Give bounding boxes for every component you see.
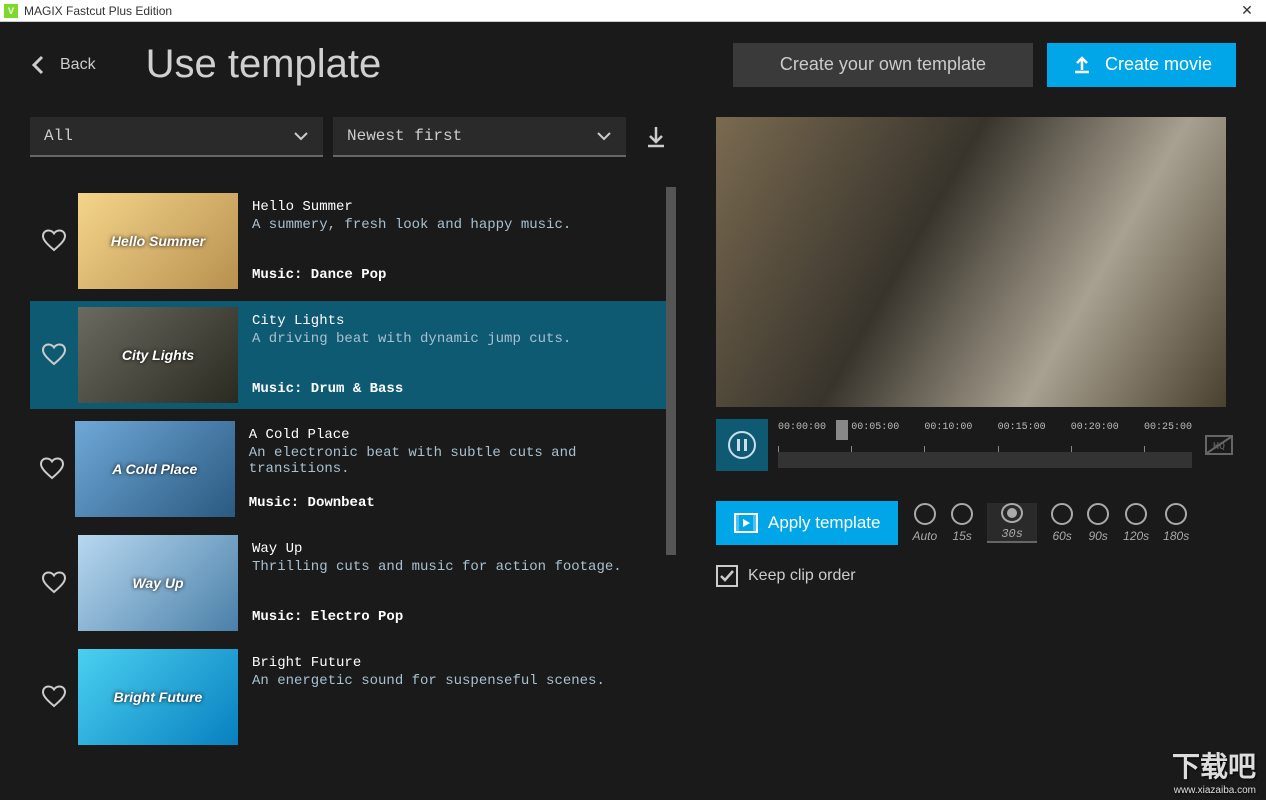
template-name: Bright Future — [252, 655, 605, 671]
template-name: Hello Summer — [252, 199, 571, 215]
template-item[interactable]: Hello Summer Hello Summer A summery, fresh… — [30, 187, 666, 295]
template-description: A summery, fresh look and happy music. — [252, 217, 571, 233]
template-meta: Hello Summer A summery, fresh look and ha… — [238, 193, 585, 289]
template-music: Music: Downbeat — [249, 495, 646, 511]
timeline-tick: 00:25:00 — [1144, 422, 1192, 446]
template-music: Music: Drum & Bass — [252, 381, 571, 397]
heart-icon — [41, 343, 67, 367]
template-meta: Way Up Thrilling cuts and music for actio… — [238, 535, 636, 631]
heart-icon — [39, 457, 65, 481]
radio-icon — [1001, 503, 1023, 523]
duration-option[interactable]: 15s — [951, 503, 973, 543]
radio-icon — [1125, 503, 1147, 525]
timeline-track[interactable] — [778, 452, 1192, 468]
template-description: An electronic beat with subtle cuts and … — [249, 445, 646, 477]
timeline-tick: 00:05:00 — [851, 422, 899, 446]
create-movie-button[interactable]: Create movie — [1047, 43, 1236, 87]
timeline-tick: 00:00:00 — [778, 422, 826, 446]
playhead[interactable] — [836, 420, 848, 440]
page-title: Use template — [146, 42, 733, 87]
create-own-template-button[interactable]: Create your own template — [733, 43, 1033, 87]
template-thumbnail: Bright Future — [78, 649, 238, 745]
favorite-button[interactable] — [36, 421, 69, 517]
template-music: Music: Electro Pop — [252, 609, 622, 625]
hq-toggle[interactable]: HQ — [1202, 435, 1236, 455]
category-select[interactable]: All — [30, 117, 323, 157]
duration-label: 60s — [1052, 529, 1071, 543]
template-music: Music: Dance Pop — [252, 267, 571, 283]
duration-option[interactable]: 60s — [1051, 503, 1073, 543]
chevron-down-icon — [293, 131, 309, 141]
duration-option[interactable]: 120s — [1123, 503, 1149, 543]
template-item[interactable]: City Lights City Lights A driving beat wit… — [30, 301, 666, 409]
back-button[interactable]: Back — [30, 55, 96, 75]
favorite-button[interactable] — [36, 193, 72, 289]
sort-select[interactable]: Newest first — [333, 117, 626, 157]
checkbox-icon — [716, 565, 738, 587]
template-item[interactable]: Bright Future Bright Future An energetic s… — [30, 643, 666, 751]
close-button[interactable]: ✕ — [1232, 2, 1262, 19]
duration-option[interactable]: 180s — [1163, 503, 1189, 543]
apply-template-button[interactable]: Apply template — [716, 501, 898, 545]
favorite-button[interactable] — [36, 649, 72, 745]
template-list[interactable]: Hello Summer Hello Summer A summery, fresh… — [30, 187, 676, 800]
timeline[interactable]: 00:00:00 00:05:00 00:10:00 00:15:00 00:20:00… — [778, 422, 1192, 468]
duration-option[interactable]: 30s — [987, 503, 1037, 543]
template-description: An energetic sound for suspenseful scene… — [252, 673, 605, 689]
timeline-tick: 00:15:00 — [998, 422, 1046, 446]
chevron-down-icon — [596, 131, 612, 141]
radio-icon — [1087, 503, 1109, 525]
duration-options: Auto 15s 30s 60s 90s 120s 180s — [912, 503, 1189, 543]
template-item[interactable]: Way Up Way Up Thrilling cuts and music for… — [30, 529, 666, 637]
radio-icon — [951, 503, 973, 525]
pause-icon — [727, 430, 757, 460]
template-meta: A Cold Place An electronic beat with subt… — [235, 421, 660, 517]
template-name: Way Up — [252, 541, 622, 557]
preview-pane — [716, 117, 1226, 407]
template-meta: City Lights A driving beat with dynamic j… — [238, 307, 585, 403]
template-name: City Lights — [252, 313, 571, 329]
template-description: A driving beat with dynamic jump cuts. — [252, 331, 571, 347]
download-button[interactable] — [636, 117, 676, 157]
favorite-button[interactable] — [36, 307, 72, 403]
heart-icon — [41, 685, 67, 709]
hq-icon: HQ — [1205, 435, 1233, 455]
duration-label: 180s — [1163, 529, 1189, 543]
keep-clip-order-checkbox[interactable]: Keep clip order — [716, 565, 1236, 587]
app-logo-icon: V — [4, 4, 18, 18]
duration-label: 90s — [1088, 529, 1107, 543]
duration-label: 120s — [1123, 529, 1149, 543]
template-meta: Bright Future An energetic sound for susp… — [238, 649, 619, 745]
template-item[interactable]: A Cold Place A Cold Place An electronic be… — [30, 415, 666, 523]
duration-option[interactable]: 90s — [1087, 503, 1109, 543]
film-play-icon — [734, 513, 758, 533]
template-description: Thrilling cuts and music for action foot… — [252, 559, 622, 575]
back-label: Back — [60, 56, 96, 74]
window-title-bar: V MAGIX Fastcut Plus Edition ✕ — [0, 0, 1266, 22]
template-thumbnail: Way Up — [78, 535, 238, 631]
template-name: A Cold Place — [249, 427, 646, 443]
radio-icon — [914, 503, 936, 525]
chevron-left-icon — [30, 55, 46, 75]
template-thumbnail: A Cold Place — [75, 421, 235, 517]
heart-icon — [41, 571, 67, 595]
favorite-button[interactable] — [36, 535, 72, 631]
pause-button[interactable] — [716, 419, 768, 471]
heart-icon — [41, 229, 67, 253]
duration-label: 15s — [952, 529, 971, 543]
radio-icon — [1165, 503, 1187, 525]
timeline-tick: 00:10:00 — [924, 422, 972, 446]
template-thumbnail: City Lights — [78, 307, 238, 403]
duration-label: 30s — [1001, 527, 1023, 541]
duration-label: Auto — [912, 529, 937, 543]
download-icon — [645, 125, 667, 149]
template-thumbnail: Hello Summer — [78, 193, 238, 289]
scrollbar[interactable] — [666, 187, 676, 800]
window-title: MAGIX Fastcut Plus Edition — [24, 4, 1232, 18]
duration-option[interactable]: Auto — [912, 503, 937, 543]
timeline-tick: 00:20:00 — [1071, 422, 1119, 446]
upload-icon — [1071, 54, 1093, 76]
radio-icon — [1051, 503, 1073, 525]
